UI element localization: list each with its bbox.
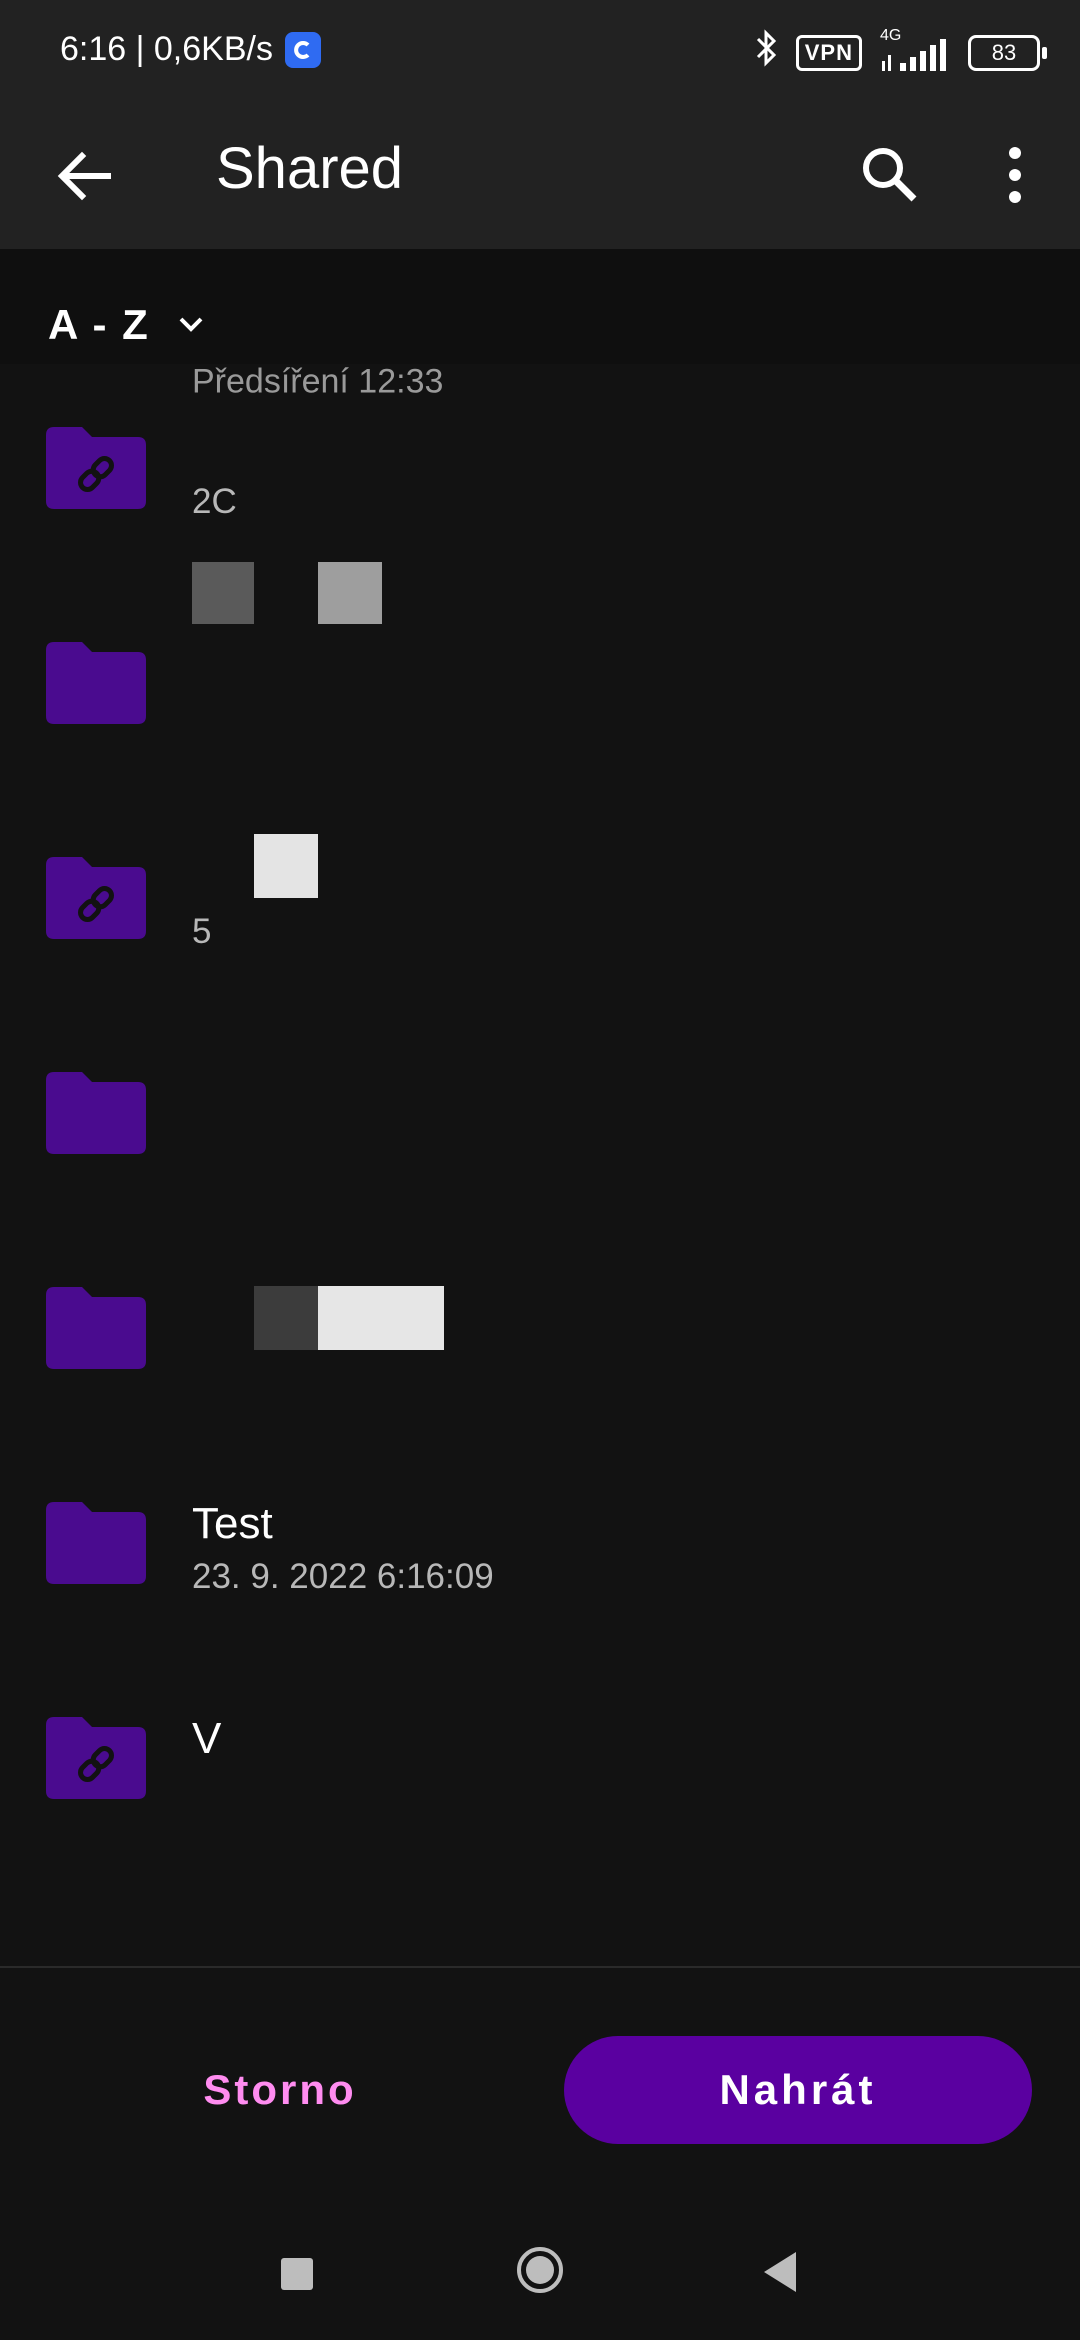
upload-button[interactable]: Nahrát <box>564 2036 1032 2144</box>
battery-icon: 83 <box>968 34 1047 71</box>
redacted-block <box>254 1286 318 1350</box>
list-item[interactable]: Test 23. 9. 2022 6:16:09 <box>0 1439 1080 1654</box>
signal-icon: 4G <box>878 27 952 73</box>
app-bar: Shared <box>0 105 1080 249</box>
more-vert-icon <box>1009 147 1021 203</box>
item-date: 2C <box>192 482 237 521</box>
folder-icon <box>46 1502 146 1584</box>
sort-bar: A - Z <box>0 249 1080 364</box>
folder-icon <box>46 1287 146 1369</box>
item-date: 5 <box>192 912 212 951</box>
redacted-block <box>254 834 318 898</box>
arrow-left-icon <box>57 151 111 201</box>
list-item[interactable] <box>0 579 1080 794</box>
page-title: Shared <box>216 136 404 201</box>
status-right: VPN 4G 83 <box>754 27 1047 77</box>
list-item[interactable] <box>0 1224 1080 1439</box>
status-left: 6:16 | 0,6KB/s <box>60 30 321 69</box>
item-name: V <box>192 1714 222 1763</box>
folder-list: Předsíření 12:33 2C 5 Test 23. 9. 2022 6… <box>0 364 1080 1964</box>
search-button[interactable] <box>850 135 930 215</box>
vpn-badge: VPN <box>795 34 862 71</box>
list-item[interactable] <box>0 1009 1080 1224</box>
item-date: 23. 9. 2022 6:16:09 <box>192 1557 494 1596</box>
bluetooth-icon <box>754 28 780 77</box>
item-name: Test <box>192 1499 273 1548</box>
home-button[interactable] <box>516 2246 564 2294</box>
chevron-down-icon[interactable] <box>176 309 206 339</box>
shared-folder-icon <box>46 427 146 509</box>
cancel-button[interactable]: Storno <box>160 2040 400 2140</box>
status-bar: 6:16 | 0,6KB/s VPN 4G 83 <box>0 0 1080 105</box>
back-button[interactable] <box>52 141 122 211</box>
folder-icon <box>46 1072 146 1154</box>
system-nav-bar <box>0 2180 1080 2340</box>
folder-icon <box>46 642 146 724</box>
search-icon <box>863 148 917 202</box>
sort-order-button[interactable]: A - Z <box>48 301 150 349</box>
nav-back-button[interactable] <box>760 2250 800 2294</box>
app-notification-icon <box>284 31 321 68</box>
shared-folder-icon <box>46 857 146 939</box>
list-item[interactable]: 2C <box>0 364 1080 624</box>
divider <box>0 1966 1080 1968</box>
list-item[interactable]: V <box>0 1654 1080 1869</box>
shared-folder-icon <box>46 1717 146 1799</box>
overflow-menu-button[interactable] <box>990 135 1040 215</box>
battery-level: 83 <box>991 39 1017 65</box>
redacted-block <box>318 1286 444 1350</box>
status-time-speed: 6:16 | 0,6KB/s <box>60 30 273 68</box>
recents-button[interactable] <box>281 2258 313 2290</box>
list-item[interactable]: 5 <box>0 794 1080 1009</box>
